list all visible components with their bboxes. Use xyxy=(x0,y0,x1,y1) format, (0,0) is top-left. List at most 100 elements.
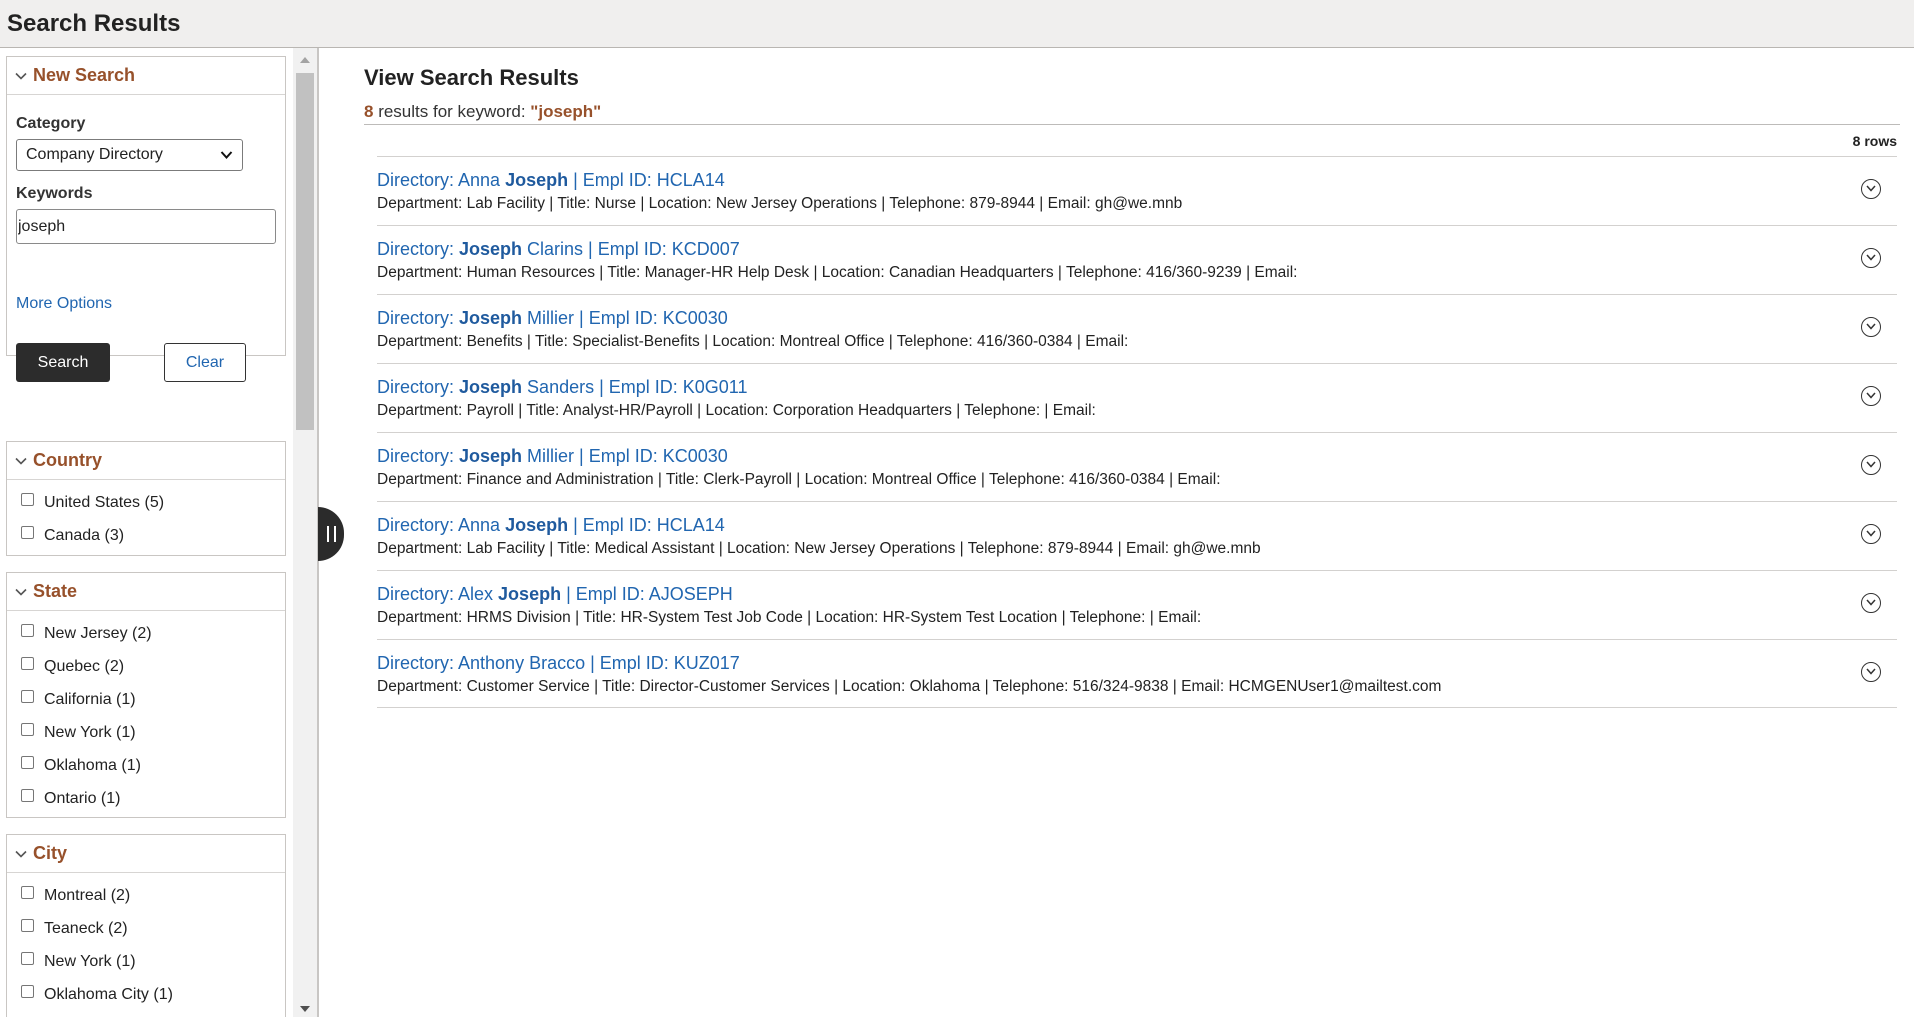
checkbox[interactable] xyxy=(21,789,34,802)
category-select[interactable]: Company Directory xyxy=(16,139,243,171)
results-heading: View Search Results xyxy=(364,65,579,90)
checkbox[interactable] xyxy=(21,526,34,539)
result-link[interactable]: Directory: Anna Joseph | Empl ID: HCLA14 xyxy=(377,515,725,536)
facet-item-quebec[interactable]: Quebec (2) xyxy=(7,650,285,683)
rows-count: 8 rows xyxy=(1852,133,1897,149)
facet-item-california[interactable]: California (1) xyxy=(7,683,285,716)
facet-item-ontario[interactable]: Ontario (1) xyxy=(7,782,285,815)
result-description: Department: Lab Facility | Title: Medica… xyxy=(377,540,1261,557)
facet-item-new-york-city[interactable]: New York (1) xyxy=(7,945,285,978)
new-search-panel: New Search Category Company Directory Ke… xyxy=(6,56,286,382)
sidebar-content: New Search Category Company Directory Ke… xyxy=(0,48,293,1017)
circle-chevron-down-icon[interactable] xyxy=(1861,386,1881,406)
pause-bars-icon xyxy=(326,526,336,542)
checkbox[interactable] xyxy=(21,690,34,703)
circle-chevron-down-icon[interactable] xyxy=(1861,662,1881,682)
page-title: Search Results xyxy=(7,10,181,37)
result-row: Directory: Anna Joseph | Empl ID: HCLA14… xyxy=(377,501,1897,570)
facet-item-label: California (1) xyxy=(44,690,136,708)
facet-item-label: Canada (3) xyxy=(44,526,125,544)
city-facet-title: City xyxy=(33,843,68,863)
state-facet-header[interactable]: State xyxy=(7,573,285,611)
checkbox[interactable] xyxy=(21,657,34,670)
result-row: Directory: Joseph Sanders | Empl ID: K0G… xyxy=(377,363,1897,432)
facet-item-label: Ontario (1) xyxy=(44,789,121,807)
keywords-input[interactable] xyxy=(16,209,276,244)
result-description: Department: Finance and Administration |… xyxy=(377,471,1221,488)
search-button[interactable]: Search xyxy=(16,343,110,382)
result-link[interactable]: Directory: Joseph Clarins | Empl ID: KCD… xyxy=(377,239,740,260)
results-for-text: results for keyword: xyxy=(373,102,531,121)
result-link[interactable]: Directory: Joseph Millier | Empl ID: KC0… xyxy=(377,446,728,467)
sidebar-collapse-handle[interactable] xyxy=(318,507,344,561)
facet-item-teaneck[interactable]: Teaneck (2) xyxy=(7,912,285,945)
circle-chevron-down-icon[interactable] xyxy=(1861,317,1881,337)
checkbox[interactable] xyxy=(21,952,34,965)
result-row: Directory: Joseph Millier | Empl ID: KC0… xyxy=(377,432,1897,501)
keywords-label: Keywords xyxy=(16,185,93,202)
category-value: Company Directory xyxy=(26,146,163,163)
result-row: Directory: Anna Joseph | Empl ID: HCLA14… xyxy=(377,156,1897,225)
country-facet-title: Country xyxy=(33,450,102,470)
result-description: Department: Payroll | Title: Analyst-HR/… xyxy=(377,402,1096,419)
country-facet-panel: Country United States (5) Canada (3) xyxy=(6,441,286,556)
checkbox[interactable] xyxy=(21,985,34,998)
facet-item-label: Quebec (2) xyxy=(44,657,125,675)
clear-button[interactable]: Clear xyxy=(164,343,246,382)
more-options-link[interactable]: More Options xyxy=(16,295,112,313)
scroll-thumb[interactable] xyxy=(296,73,314,430)
facet-item-canada[interactable]: Canada (3) xyxy=(7,519,285,552)
facet-item-label: Montreal (2) xyxy=(44,886,131,904)
checkbox[interactable] xyxy=(21,756,34,769)
city-facet-header[interactable]: City xyxy=(7,835,285,873)
result-link[interactable]: Directory: Joseph Sanders | Empl ID: K0G… xyxy=(377,377,748,398)
results-summary: 8 results for keyword: "joseph" xyxy=(364,102,601,122)
title-bar: Search Results xyxy=(0,0,1914,48)
result-link[interactable]: Directory: Anthony Bracco | Empl ID: KUZ… xyxy=(377,653,740,674)
result-link[interactable]: Directory: Anna Joseph | Empl ID: HCLA14 xyxy=(377,170,725,191)
country-facet-header[interactable]: Country xyxy=(7,442,285,480)
checkbox[interactable] xyxy=(21,723,34,736)
facet-item-label: Oklahoma (1) xyxy=(44,756,141,774)
result-row: Directory: Anthony Bracco | Empl ID: KUZ… xyxy=(377,639,1897,708)
facet-item-oklahoma-city[interactable]: Oklahoma City (1) xyxy=(7,978,285,1011)
scroll-down-arrow-icon[interactable] xyxy=(300,1006,310,1012)
result-link[interactable]: Directory: Joseph Millier | Empl ID: KC0… xyxy=(377,308,728,329)
search-keyword: "joseph" xyxy=(530,102,602,121)
result-link[interactable]: Directory: Alex Joseph | Empl ID: AJOSEP… xyxy=(377,584,733,605)
sidebar-scrollbar[interactable] xyxy=(293,48,317,1017)
facet-item-montreal[interactable]: Montreal (2) xyxy=(7,879,285,912)
result-description: Department: Human Resources | Title: Man… xyxy=(377,264,1298,281)
results-list: Directory: Anna Joseph | Empl ID: HCLA14… xyxy=(377,156,1897,708)
state-facet-panel: State New Jersey (2) Quebec (2) Californ… xyxy=(6,572,286,818)
circle-chevron-down-icon[interactable] xyxy=(1861,179,1881,199)
checkbox[interactable] xyxy=(21,886,34,899)
chevron-down-icon xyxy=(15,588,27,596)
result-description: Department: Customer Service | Title: Di… xyxy=(377,678,1442,695)
circle-chevron-down-icon[interactable] xyxy=(1861,593,1881,613)
chevron-down-icon xyxy=(220,151,233,159)
circle-chevron-down-icon[interactable] xyxy=(1861,455,1881,475)
chevron-down-icon xyxy=(15,72,27,80)
facet-item-new-jersey[interactable]: New Jersey (2) xyxy=(7,617,285,650)
facet-item-united-states[interactable]: United States (5) xyxy=(7,486,285,519)
checkbox[interactable] xyxy=(21,493,34,506)
facet-item-label: Teaneck (2) xyxy=(44,919,128,937)
result-description: Department: HRMS Division | Title: HR-Sy… xyxy=(377,609,1202,626)
circle-chevron-down-icon[interactable] xyxy=(1861,248,1881,268)
scroll-up-arrow-icon[interactable] xyxy=(300,57,310,63)
facet-item-new-york[interactable]: New York (1) xyxy=(7,716,285,749)
new-search-title: New Search xyxy=(33,65,136,85)
new-search-header[interactable]: New Search xyxy=(7,57,285,95)
checkbox[interactable] xyxy=(21,919,34,932)
checkbox[interactable] xyxy=(21,624,34,637)
facet-item-oklahoma[interactable]: Oklahoma (1) xyxy=(7,749,285,782)
sidebar: New Search Category Company Directory Ke… xyxy=(0,48,319,1017)
divider xyxy=(364,124,1900,125)
facet-item-label: United States (5) xyxy=(44,493,165,511)
result-description: Department: Benefits | Title: Specialist… xyxy=(377,333,1129,350)
result-row: Directory: Joseph Clarins | Empl ID: KCD… xyxy=(377,225,1897,294)
result-row: Directory: Alex Joseph | Empl ID: AJOSEP… xyxy=(377,570,1897,639)
circle-chevron-down-icon[interactable] xyxy=(1861,524,1881,544)
city-facet-list: Montreal (2) Teaneck (2) New York (1) Ok… xyxy=(7,873,285,1011)
